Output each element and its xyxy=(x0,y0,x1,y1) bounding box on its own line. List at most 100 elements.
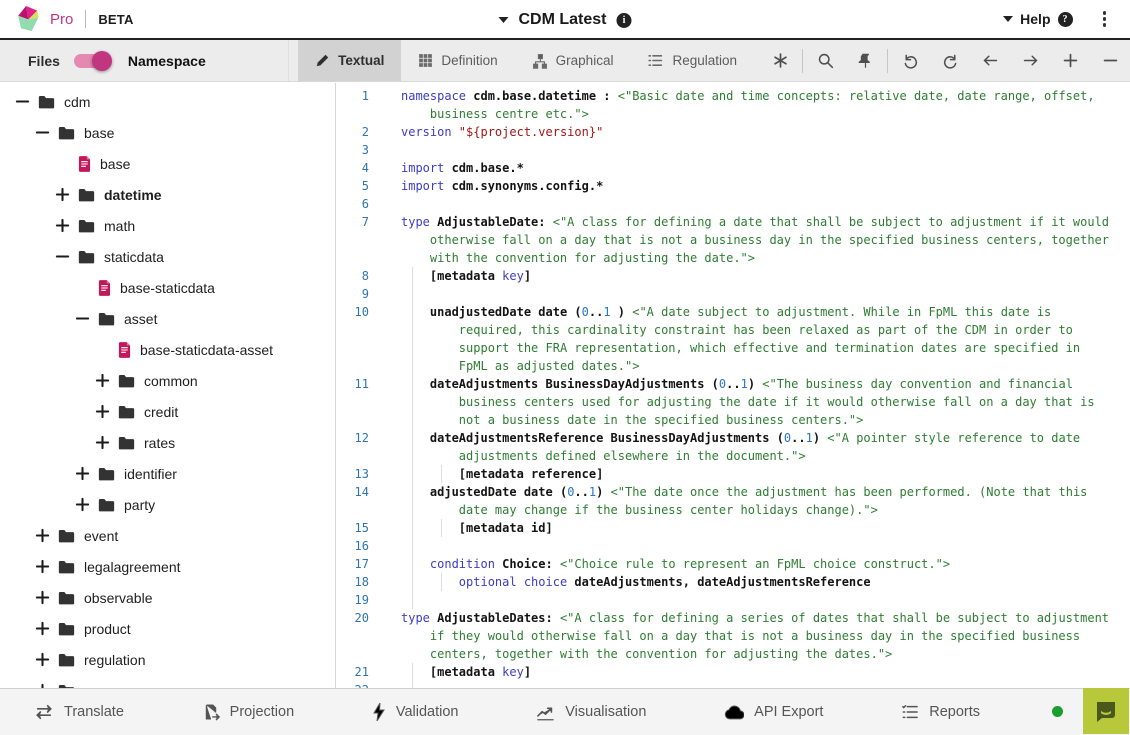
expand-icon[interactable] xyxy=(54,217,71,234)
tree-item-label: credit xyxy=(144,404,178,420)
tree-item[interactable] xyxy=(0,675,335,688)
tree-item-regulation[interactable]: regulation xyxy=(0,644,335,675)
beta-badge: BETA xyxy=(98,12,133,27)
expand-icon[interactable] xyxy=(34,558,51,575)
view-tabs: Textual Definition GraphicalRegulation xyxy=(298,40,754,81)
redo-button[interactable] xyxy=(930,40,970,82)
expand-icon[interactable] xyxy=(94,372,111,389)
tree-item-base[interactable]: base xyxy=(0,117,335,148)
bottom-action-validation[interactable]: Validation xyxy=(372,703,459,721)
arrow-right-button[interactable] xyxy=(1010,40,1050,82)
indent-guide xyxy=(412,681,413,688)
collapse-icon[interactable] xyxy=(14,93,31,110)
collapse-icon[interactable] xyxy=(34,124,51,141)
expand-icon[interactable] xyxy=(34,589,51,606)
collapse-icon[interactable] xyxy=(74,310,91,327)
tree-item-label: rates xyxy=(144,435,175,451)
folder-icon xyxy=(58,560,75,574)
expand-icon[interactable] xyxy=(34,651,51,668)
undo-button[interactable] xyxy=(890,40,930,82)
chat-bubble-icon xyxy=(1093,698,1119,724)
code-token: [metadata xyxy=(430,269,502,283)
visualisation-icon xyxy=(536,704,555,721)
files-namespace-toggle[interactable] xyxy=(74,54,110,68)
tree-item-observable[interactable]: observable xyxy=(0,582,335,613)
tab-textual[interactable]: Textual xyxy=(298,40,401,81)
bottom-action-projection[interactable]: Projection xyxy=(202,703,294,721)
expand-icon[interactable] xyxy=(34,527,51,544)
expand-icon[interactable] xyxy=(74,465,91,482)
code-editor[interactable]: 1namespace cdm.base.datetime : <"Basic d… xyxy=(337,83,1130,688)
tree-item-common[interactable]: common xyxy=(0,365,335,396)
code-token: adjustedDate date ( xyxy=(430,485,567,499)
tree-item-asset[interactable]: asset xyxy=(0,303,335,334)
code-token: [metadata xyxy=(430,665,502,679)
expand-icon[interactable] xyxy=(74,496,91,513)
code-token: key xyxy=(502,269,524,283)
tree-item-math[interactable]: math xyxy=(0,210,335,241)
tree-item-base-staticdata-asset[interactable]: base-staticdata-asset xyxy=(0,334,335,365)
translate-icon xyxy=(34,703,54,721)
tree-item-rates[interactable]: rates xyxy=(0,427,335,458)
code-line: 18optional choice dateAdjustments, dateA… xyxy=(337,573,1130,591)
minus-button[interactable] xyxy=(1090,40,1130,82)
code-token: .. xyxy=(589,305,603,319)
folder-icon xyxy=(58,591,75,605)
tree-item-datetime[interactable]: datetime xyxy=(0,179,335,210)
line-number: 21 xyxy=(337,663,381,681)
tree-item-staticdata[interactable]: staticdata xyxy=(0,241,335,272)
search-button[interactable] xyxy=(805,40,845,82)
bottom-action-translate[interactable]: Translate xyxy=(34,703,124,721)
help-menu[interactable]: Help ? xyxy=(1003,11,1072,27)
tree-item-credit[interactable]: credit xyxy=(0,396,335,427)
code-line-content: [metadata id] xyxy=(381,519,1130,537)
bottom-action-api-export[interactable]: API Export xyxy=(724,704,823,720)
brand-divider xyxy=(85,10,86,28)
chat-launcher-button[interactable] xyxy=(1083,688,1129,734)
collapse-icon[interactable] xyxy=(54,248,71,265)
asterisk-button[interactable] xyxy=(760,40,800,82)
kebab-menu-icon[interactable] xyxy=(1093,7,1117,31)
tree-item-label: party xyxy=(124,497,155,513)
code-token: dateAdjustments, dateAdjustmentsReferenc… xyxy=(574,575,870,589)
expand-icon[interactable] xyxy=(34,620,51,637)
line-number: 20 xyxy=(337,609,381,663)
plus-button[interactable] xyxy=(1050,40,1090,82)
code-line: 6 xyxy=(337,195,1130,213)
bottom-action-label: API Export xyxy=(754,704,823,720)
file-icon xyxy=(118,342,131,358)
bottom-action-reports[interactable]: Reports xyxy=(901,704,980,720)
pin-button[interactable] xyxy=(845,40,885,82)
model-selector[interactable]: CDM Latest i xyxy=(498,0,631,40)
code-line-content: namespace cdm.base.datetime : <"Basic da… xyxy=(381,87,1130,123)
help-icon: ? xyxy=(1058,12,1073,27)
expand-icon[interactable] xyxy=(94,434,111,451)
tab-definition[interactable]: Definition xyxy=(401,40,514,81)
tree-item-base-staticdata[interactable]: base-staticdata xyxy=(0,272,335,303)
indent-guide xyxy=(441,519,442,537)
tree-item-label: observable xyxy=(84,590,153,606)
pro-badge: Pro xyxy=(50,11,73,28)
arrow-right-icon xyxy=(1022,52,1039,69)
tree-item-event[interactable]: event xyxy=(0,520,335,551)
indent-guide xyxy=(412,519,413,537)
tree-item-identifier[interactable]: identifier xyxy=(0,458,335,489)
folder-icon xyxy=(118,374,135,388)
tree-item-base[interactable]: base xyxy=(0,148,335,179)
tab-label: Definition xyxy=(441,53,497,68)
arrow-left-button[interactable] xyxy=(970,40,1010,82)
code-line: 2version "${project.version}" xyxy=(337,123,1130,141)
code-line: 9 xyxy=(337,285,1130,303)
tree-item-legalagreement[interactable]: legalagreement xyxy=(0,551,335,582)
expand-icon[interactable] xyxy=(94,403,111,420)
tree-item-party[interactable]: party xyxy=(0,489,335,520)
info-icon[interactable]: i xyxy=(617,13,632,28)
tab-graphical[interactable]: Graphical xyxy=(515,40,631,81)
expand-icon[interactable] xyxy=(54,186,71,203)
redo-icon xyxy=(942,52,959,69)
tree-item-cdm[interactable]: cdm xyxy=(0,86,335,117)
tree-item-label: base-staticdata xyxy=(120,280,215,296)
bottom-action-visualisation[interactable]: Visualisation xyxy=(536,704,646,721)
tab-regulation[interactable]: Regulation xyxy=(630,40,754,81)
tree-item-product[interactable]: product xyxy=(0,613,335,644)
